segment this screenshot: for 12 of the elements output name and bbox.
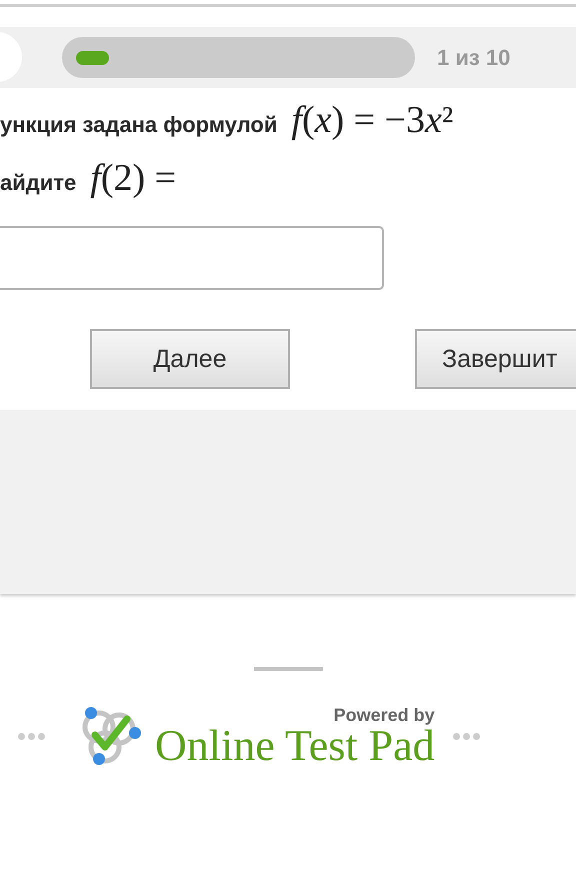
powered-by-text: Powered by — [334, 704, 435, 726]
nav-button[interactable]: Далее — [90, 329, 290, 389]
brand-name: Online Test Pad — [155, 724, 435, 768]
nav-button[interactable]: Завершит — [415, 329, 576, 389]
formula: f(x) = −3x² — [291, 98, 454, 142]
answer-field[interactable] — [0, 226, 384, 290]
dots-icon — [18, 732, 45, 740]
question-text: ункция задана формулой — [0, 112, 278, 138]
question-counter: 1 из 10 — [437, 44, 510, 70]
dots-icon — [452, 732, 480, 740]
question-text: айдите — [0, 170, 76, 196]
formula: f(2) = — [90, 156, 176, 200]
